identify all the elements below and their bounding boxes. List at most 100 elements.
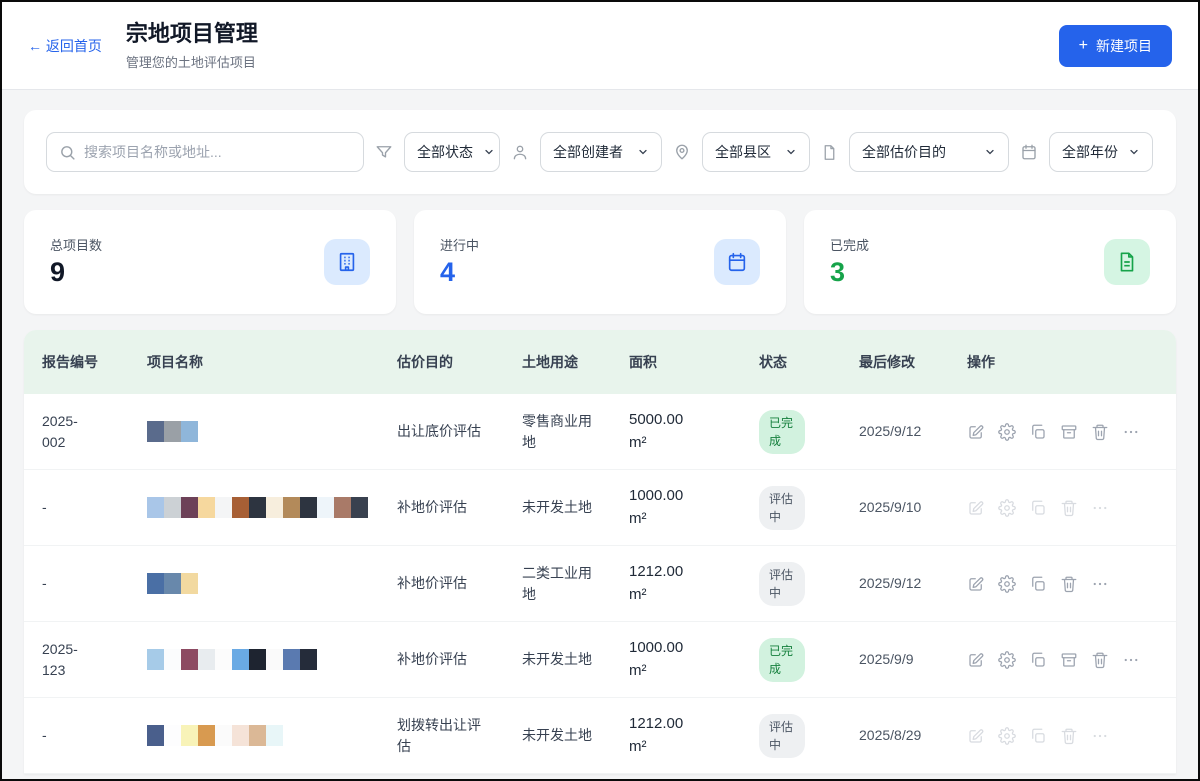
trash-icon[interactable] <box>1091 651 1109 669</box>
table-row: -补地价评估未开发土地1000.00m²评估中2025/9/10 <box>24 470 1176 546</box>
redacted-block <box>147 497 164 518</box>
stat-value: 9 <box>50 256 102 288</box>
redacted-block <box>215 649 232 670</box>
creator-filter-select[interactable]: 全部创建者 <box>540 132 662 172</box>
report-number: 2025-123 <box>42 622 147 697</box>
status-cell: 评估中 <box>759 698 859 773</box>
land-use: 零售商业用地 <box>522 394 629 469</box>
redacted-block <box>232 497 249 518</box>
title-block: 宗地项目管理 管理您的土地评估项目 <box>126 20 258 71</box>
copy-icon[interactable] <box>1029 575 1047 593</box>
redacted-block <box>334 497 351 518</box>
row-actions <box>967 546 1176 621</box>
status-cell: 评估中 <box>759 546 859 621</box>
redacted-block <box>147 573 164 594</box>
redacted-block <box>232 725 249 746</box>
search-input[interactable] <box>84 144 351 160</box>
more-icon[interactable] <box>1091 575 1109 593</box>
projects-table: 报告编号 项目名称 估价目的 土地用途 面积 状态 最后修改 操作 2025-0… <box>24 330 1176 774</box>
redacted-block <box>300 497 317 518</box>
calendar-icon <box>1020 143 1038 161</box>
column-header: 项目名称 <box>147 330 397 394</box>
redacted-block <box>164 497 181 518</box>
edit-icon[interactable] <box>967 575 985 593</box>
settings-icon[interactable] <box>998 575 1016 593</box>
area: 1000.00m² <box>629 470 759 545</box>
copy-icon[interactable] <box>1029 651 1047 669</box>
search-box[interactable] <box>46 132 364 172</box>
column-header: 报告编号 <box>42 330 147 394</box>
status-badge: 评估中 <box>759 486 805 530</box>
area: 1000.00m² <box>629 622 759 697</box>
edit-icon[interactable] <box>967 651 985 669</box>
stat-value: 3 <box>830 256 869 288</box>
area: 5000.00m² <box>629 394 759 469</box>
copy-icon <box>1029 727 1047 745</box>
redacted-block <box>181 725 198 746</box>
back-home-link[interactable]: ← 返回首页 <box>28 36 102 56</box>
settings-icon[interactable] <box>998 423 1016 441</box>
copy-icon[interactable] <box>1029 423 1047 441</box>
settings-icon <box>998 727 1016 745</box>
table-row: -划拨转出让评估未开发土地1212.00m²评估中2025/8/29 <box>24 698 1176 774</box>
status-badge: 已完成 <box>759 638 805 682</box>
redacted-block <box>215 725 232 746</box>
redacted-block <box>147 421 164 442</box>
report-number: 2025-002 <box>42 394 147 469</box>
land-use: 未开发土地 <box>522 470 629 545</box>
redacted-block <box>266 725 283 746</box>
page-subtitle: 管理您的土地评估项目 <box>126 52 258 71</box>
redacted-block <box>164 649 181 670</box>
column-header: 面积 <box>629 330 759 394</box>
chevron-down-icon <box>984 146 996 158</box>
calendar-icon <box>714 239 760 285</box>
last-modified: 2025/9/9 <box>859 622 967 697</box>
edit-icon <box>967 499 985 517</box>
filter-funnel-icon <box>375 143 393 161</box>
new-project-label: 新建项目 <box>1096 36 1152 56</box>
redacted-block <box>164 573 181 594</box>
trash-icon <box>1060 727 1078 745</box>
redacted-block <box>181 573 198 594</box>
last-modified: 2025/8/29 <box>859 698 967 773</box>
district-filter-select[interactable]: 全部县区 <box>702 132 810 172</box>
archive-icon[interactable] <box>1060 423 1078 441</box>
redacted-block <box>198 497 215 518</box>
document-icon <box>821 144 838 161</box>
report-number: - <box>42 546 147 621</box>
archive-icon[interactable] <box>1060 651 1078 669</box>
more-icon[interactable] <box>1122 423 1140 441</box>
edit-icon[interactable] <box>967 423 985 441</box>
plus-icon: + <box>1079 38 1088 54</box>
redacted-block <box>351 497 368 518</box>
copy-icon <box>1029 499 1047 517</box>
table-body: 2025-002出让底价评估零售商业用地5000.00m²已完成2025/9/1… <box>24 394 1176 774</box>
new-project-button[interactable]: + 新建项目 <box>1059 25 1172 67</box>
report-number: - <box>42 470 147 545</box>
project-name <box>147 470 397 545</box>
settings-icon[interactable] <box>998 651 1016 669</box>
stat-label: 已完成 <box>830 235 869 254</box>
filter-bar: 全部状态 全部创建者 全部县区 全部估价目的 全部年份 <box>24 110 1176 194</box>
chevron-down-icon <box>785 146 797 158</box>
column-header: 操作 <box>967 330 1176 394</box>
row-actions <box>967 394 1176 469</box>
chevron-down-icon <box>637 146 649 158</box>
status-badge: 评估中 <box>759 562 805 606</box>
redacted-block <box>164 725 181 746</box>
redacted-block <box>198 649 215 670</box>
table-row: 2025-123补地价评估未开发土地1000.00m²已完成2025/9/9 <box>24 622 1176 698</box>
redacted-block <box>249 725 266 746</box>
column-header: 最后修改 <box>859 330 967 394</box>
trash-icon[interactable] <box>1091 423 1109 441</box>
trash-icon[interactable] <box>1060 575 1078 593</box>
search-icon <box>59 144 76 161</box>
status-filter-select[interactable]: 全部状态 <box>404 132 500 172</box>
land-use: 未开发土地 <box>522 698 629 773</box>
building-icon <box>324 239 370 285</box>
more-icon[interactable] <box>1122 651 1140 669</box>
purpose-filter-select[interactable]: 全部估价目的 <box>849 132 1009 172</box>
year-filter-select[interactable]: 全部年份 <box>1049 132 1153 172</box>
settings-icon <box>998 499 1016 517</box>
redacted-block <box>181 421 198 442</box>
